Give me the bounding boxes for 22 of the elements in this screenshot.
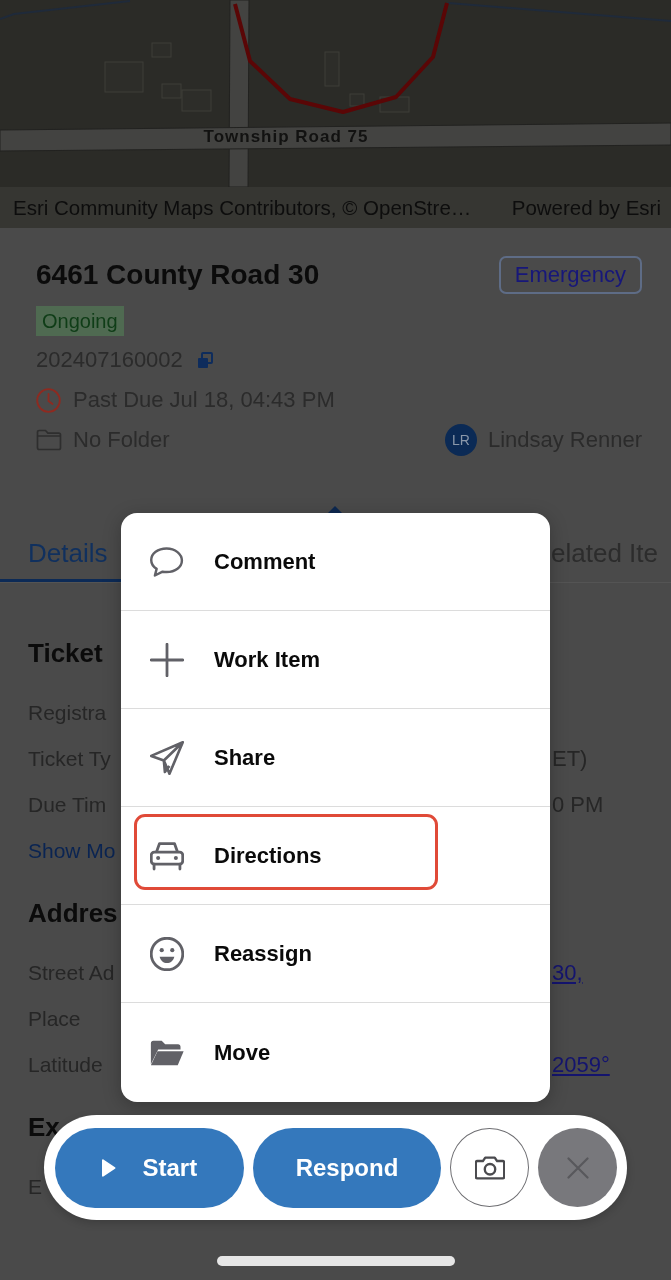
menu-item[interactable]: Reassign xyxy=(121,905,550,1002)
menu-item[interactable]: Comment xyxy=(121,513,550,610)
close-icon xyxy=(566,1156,589,1179)
menu-item[interactable]: Move xyxy=(121,1003,550,1102)
section-heading: Ticket xyxy=(28,637,103,670)
section-heading: Addres xyxy=(28,897,118,930)
status-badge: Ongoing xyxy=(36,306,124,336)
plus-icon xyxy=(150,642,184,677)
menu-item[interactable]: Share xyxy=(121,709,550,806)
paper-plane-icon xyxy=(150,740,184,775)
folder-icon xyxy=(36,429,62,451)
ticket-title: 6461 County Road 30 xyxy=(36,259,320,291)
avatar: LR xyxy=(444,424,477,456)
close-button[interactable] xyxy=(538,1128,617,1207)
camera-icon xyxy=(474,1154,505,1181)
respond-button[interactable]: Respond xyxy=(252,1127,442,1208)
menu-item[interactable]: Work Item xyxy=(121,611,550,708)
play-icon xyxy=(101,1158,117,1177)
map-building xyxy=(349,93,365,107)
speech-bubble-icon xyxy=(150,544,184,579)
menu-item[interactable]: Directions xyxy=(121,807,550,904)
smiley-icon xyxy=(150,936,184,971)
